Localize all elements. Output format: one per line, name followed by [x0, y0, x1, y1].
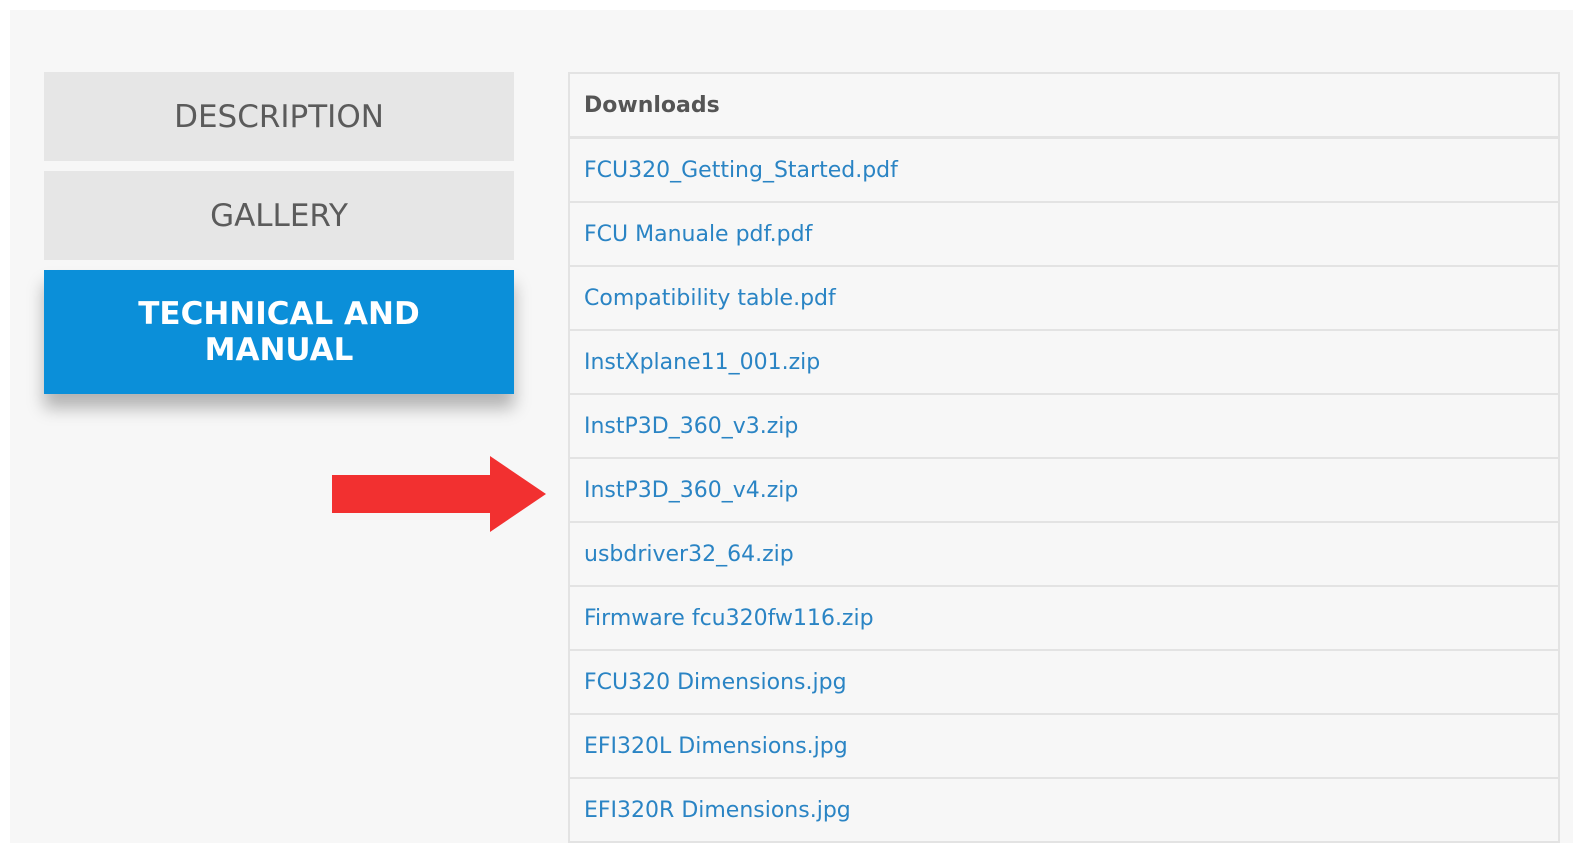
download-row: InstXplane11_001.zip: [570, 331, 1558, 395]
download-row: FCU Manuale pdf.pdf: [570, 203, 1558, 267]
tab-technical-and-manual[interactable]: TECHNICAL AND MANUAL: [44, 270, 514, 394]
download-link[interactable]: EFI320R Dimensions.jpg: [584, 798, 851, 823]
tab-gallery-label: GALLERY: [210, 197, 348, 234]
download-link[interactable]: Compatibility table.pdf: [584, 286, 836, 311]
tab-technical-and-manual-label: TECHNICAL AND MANUAL: [138, 296, 420, 368]
download-link[interactable]: InstXplane11_001.zip: [584, 350, 820, 375]
tab-description[interactable]: DESCRIPTION: [44, 72, 514, 161]
page-container: DESCRIPTION GALLERY TECHNICAL AND MANUAL…: [10, 10, 1573, 843]
download-row: Compatibility table.pdf: [570, 267, 1558, 331]
tab-description-label: DESCRIPTION: [174, 98, 384, 135]
downloads-table: Downloads FCU320_Getting_Started.pdf FCU …: [568, 72, 1560, 843]
download-row: Firmware fcu320fw116.zip: [570, 587, 1558, 651]
download-link[interactable]: FCU320_Getting_Started.pdf: [584, 158, 898, 183]
download-row: EFI320L Dimensions.jpg: [570, 715, 1558, 779]
right-arrow-icon: [332, 456, 546, 532]
download-link[interactable]: EFI320L Dimensions.jpg: [584, 734, 848, 759]
download-link[interactable]: InstP3D_360_v3.zip: [584, 414, 798, 439]
downloads-list: FCU320_Getting_Started.pdf FCU Manuale pd…: [570, 139, 1558, 841]
tab-list: DESCRIPTION GALLERY TECHNICAL AND MANUAL: [44, 72, 514, 394]
download-link[interactable]: Firmware fcu320fw116.zip: [584, 606, 874, 631]
download-link[interactable]: InstP3D_360_v4.zip: [584, 478, 798, 503]
downloads-header: Downloads: [570, 74, 1558, 139]
download-row: InstP3D_360_v4.zip: [570, 459, 1558, 523]
download-row: FCU320_Getting_Started.pdf: [570, 139, 1558, 203]
download-link[interactable]: FCU320 Dimensions.jpg: [584, 670, 847, 695]
download-row: FCU320 Dimensions.jpg: [570, 651, 1558, 715]
download-link[interactable]: FCU Manuale pdf.pdf: [584, 222, 812, 247]
download-row: InstP3D_360_v3.zip: [570, 395, 1558, 459]
download-link[interactable]: usbdriver32_64.zip: [584, 542, 794, 567]
download-row: EFI320R Dimensions.jpg: [570, 779, 1558, 841]
download-row: usbdriver32_64.zip: [570, 523, 1558, 587]
tab-gallery[interactable]: GALLERY: [44, 171, 514, 260]
